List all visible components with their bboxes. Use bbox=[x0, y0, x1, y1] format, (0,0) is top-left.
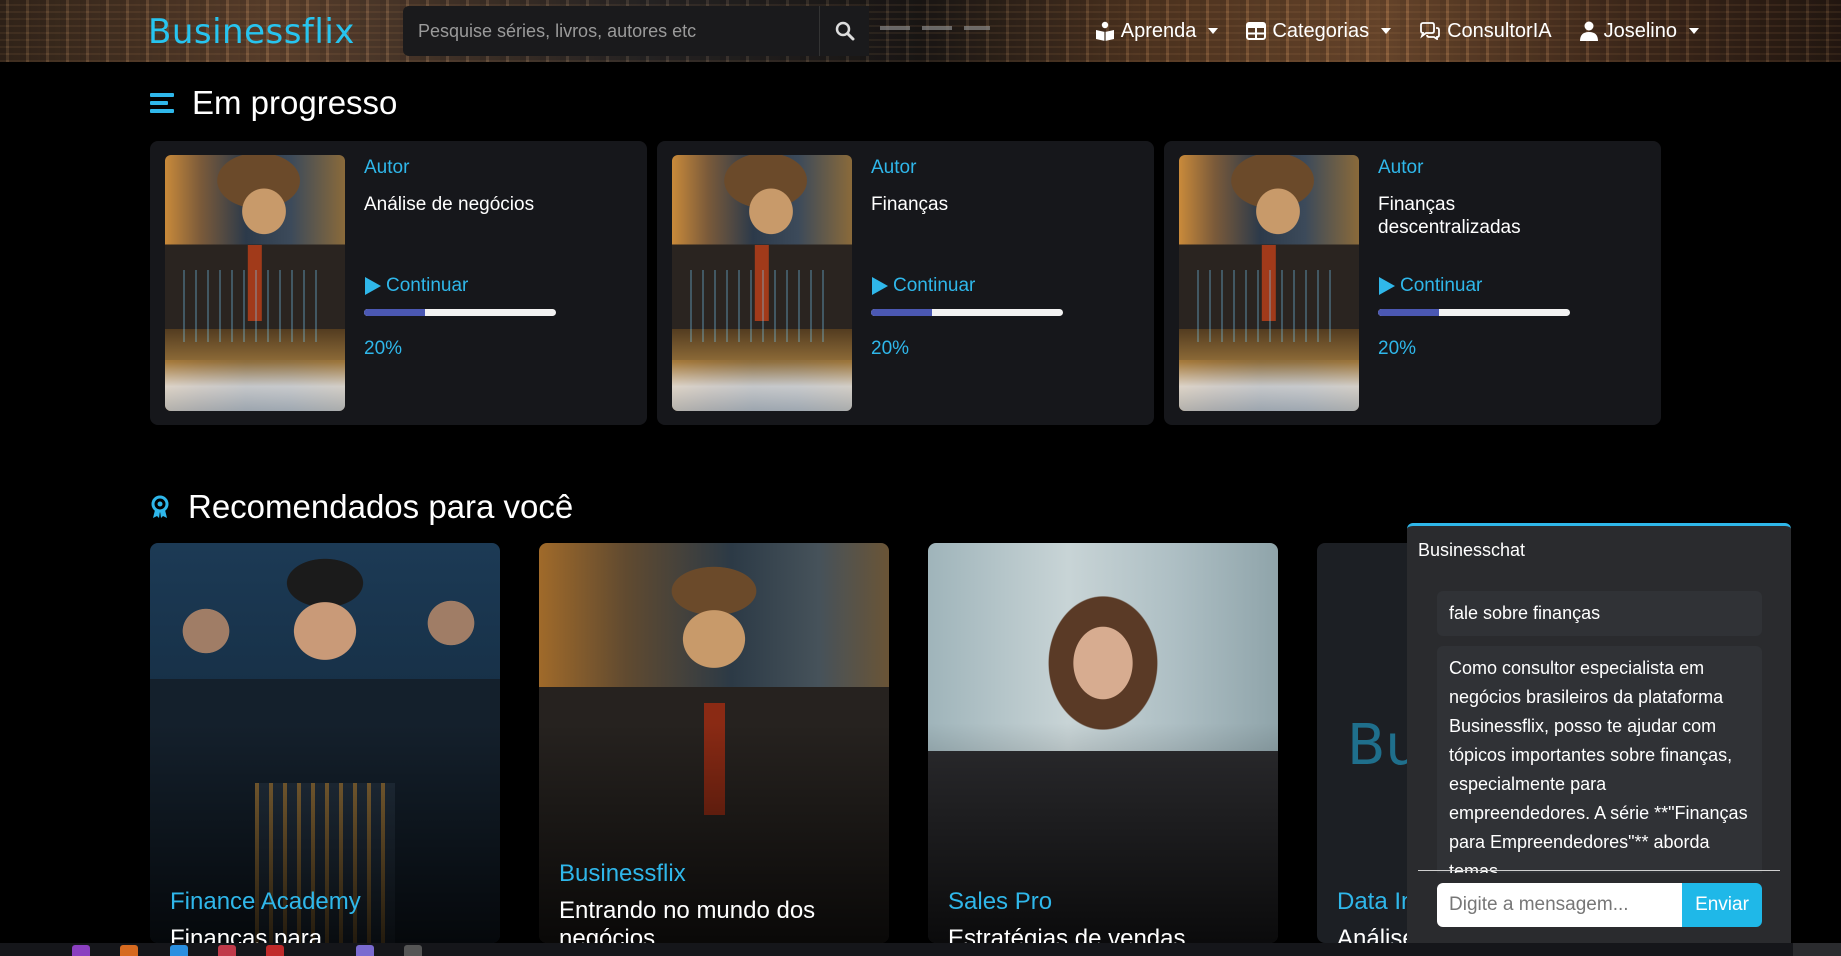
businessman-artwork bbox=[165, 155, 345, 411]
continue-label: Continuar bbox=[893, 275, 976, 296]
nav-item-label: Aprenda bbox=[1120, 19, 1197, 42]
author-link[interactable]: Autor bbox=[1378, 157, 1648, 179]
progress-card[interactable]: Autor Análise de negócios Continuar 20% bbox=[150, 141, 647, 425]
taskbar-app-icon[interactable] bbox=[356, 945, 374, 956]
nav-item-label: Joselino bbox=[1603, 19, 1677, 42]
decorative-dashes bbox=[880, 26, 990, 30]
author-link[interactable]: Autor bbox=[871, 157, 1141, 179]
recommended-list: Finance Academy Finanças para empreended… bbox=[150, 543, 1417, 943]
card-title: Análise bbox=[1337, 925, 1416, 943]
taskbar-app-icon[interactable] bbox=[218, 945, 236, 956]
businesschat-widget: Businesschat fale sobre finanças Como co… bbox=[1407, 523, 1791, 943]
progress-percent: 20% bbox=[871, 338, 910, 359]
search-bar bbox=[403, 6, 869, 56]
card-title: Estratégias de vendas bbox=[948, 925, 1186, 943]
book-reader-icon bbox=[1095, 21, 1114, 41]
series-thumbnail[interactable] bbox=[672, 155, 852, 411]
continue-label: Continuar bbox=[386, 275, 469, 296]
nav-menu: Aprenda Categorias ConsultorIA Joselino bbox=[1095, 0, 1699, 62]
progress-card[interactable]: Autor Finanças descentralizadas Continua… bbox=[1164, 141, 1661, 425]
series-thumbnail[interactable] bbox=[1179, 155, 1359, 411]
chat-message-input[interactable] bbox=[1437, 883, 1682, 927]
chat-message-user: fale sobre finanças bbox=[1437, 591, 1762, 636]
card-title: Finanças para empreendedores bbox=[170, 925, 323, 943]
taskbar-app-icon[interactable] bbox=[404, 945, 422, 956]
chat-message-assistant: Como consultor especialista em negócios … bbox=[1437, 646, 1762, 873]
section-title: Recomendados para você bbox=[188, 488, 574, 525]
continue-button[interactable]: Continuar bbox=[871, 275, 1141, 297]
progress-bar bbox=[364, 309, 556, 316]
recommended-card[interactable]: Sales Pro Estratégias de vendas bbox=[928, 543, 1278, 943]
chevron-down-icon bbox=[1689, 28, 1699, 34]
grid-table-icon bbox=[1246, 22, 1267, 40]
chat-bubbles-icon bbox=[1420, 22, 1441, 40]
user-icon bbox=[1579, 21, 1598, 41]
chat-title: Businesschat bbox=[1418, 540, 1526, 560]
progress-card[interactable]: Autor Finanças Continuar 20% bbox=[657, 141, 1154, 425]
businessman-artwork bbox=[1179, 155, 1359, 411]
taskbar-app-icon[interactable] bbox=[72, 945, 90, 956]
progress-bar bbox=[871, 309, 1063, 316]
taskbar-tray bbox=[1793, 943, 1841, 956]
play-icon bbox=[1379, 277, 1395, 295]
logo[interactable]: Businessflix bbox=[148, 12, 355, 52]
progress-bar bbox=[1378, 309, 1570, 316]
nav-item-categorias[interactable]: Categorias bbox=[1246, 19, 1392, 43]
series-title: Análise de negócios bbox=[364, 194, 535, 215]
chevron-down-icon bbox=[1381, 28, 1392, 34]
progress-percent: 20% bbox=[364, 338, 403, 359]
chevron-down-icon bbox=[1208, 28, 1219, 34]
nav-item-label: ConsultorIA bbox=[1447, 19, 1552, 42]
section-in-progress-heading: Em progresso bbox=[150, 84, 397, 122]
search-input[interactable] bbox=[403, 6, 819, 56]
chat-send-button[interactable]: Enviar bbox=[1682, 883, 1762, 927]
nav-item-aprenda[interactable]: Aprenda bbox=[1095, 20, 1219, 43]
chat-divider bbox=[1418, 870, 1780, 871]
card-title: Entrando no mundo dos negócios bbox=[559, 897, 816, 943]
section-recommended-heading: Recomendados para você bbox=[150, 488, 573, 526]
taskbar-app-icon[interactable] bbox=[170, 945, 188, 956]
search-button[interactable] bbox=[819, 6, 869, 56]
continue-button[interactable]: Continuar bbox=[1378, 275, 1648, 297]
in-progress-list: Autor Análise de negócios Continuar 20% … bbox=[150, 141, 1661, 425]
chat-messages[interactable]: fale sobre finanças Como consultor espec… bbox=[1437, 591, 1762, 873]
series-title: Finanças bbox=[871, 194, 949, 215]
search-icon bbox=[835, 21, 854, 41]
nav-item-consultoria[interactable]: ConsultorIA bbox=[1419, 20, 1552, 43]
nav-item-label: Categorias bbox=[1272, 19, 1370, 42]
os-taskbar bbox=[0, 943, 1841, 956]
recommended-card[interactable]: Businessflix Entrando no mundo dos negóc… bbox=[539, 543, 889, 943]
award-ribbon-icon bbox=[151, 495, 169, 518]
series-thumbnail[interactable] bbox=[165, 155, 345, 411]
play-icon bbox=[872, 277, 888, 295]
taskbar-app-icon[interactable] bbox=[266, 945, 284, 956]
card-source[interactable]: Sales Pro bbox=[948, 888, 1052, 916]
author-link[interactable]: Autor bbox=[364, 157, 634, 179]
progress-percent: 20% bbox=[1378, 338, 1417, 359]
recommended-card[interactable]: Finance Academy Finanças para empreended… bbox=[150, 543, 500, 943]
taskbar-app-icon[interactable] bbox=[120, 945, 138, 956]
top-navbar: Businessflix Aprenda bbox=[0, 0, 1841, 62]
section-title: Em progresso bbox=[192, 84, 398, 121]
recommended-card[interactable]: Bu Data In Análise bbox=[1317, 543, 1417, 943]
businessman-artwork bbox=[672, 155, 852, 411]
nav-item-user[interactable]: Joselino bbox=[1579, 19, 1699, 43]
card-source[interactable]: Businessflix bbox=[559, 860, 686, 888]
play-icon bbox=[365, 277, 381, 295]
continue-button[interactable]: Continuar bbox=[364, 275, 634, 297]
continue-label: Continuar bbox=[1400, 275, 1483, 296]
series-title: Finanças descentralizadas bbox=[1378, 194, 1521, 238]
card-source[interactable]: Data In bbox=[1337, 888, 1414, 916]
card-source[interactable]: Finance Academy bbox=[170, 888, 361, 916]
list-bars-icon bbox=[150, 93, 174, 113]
